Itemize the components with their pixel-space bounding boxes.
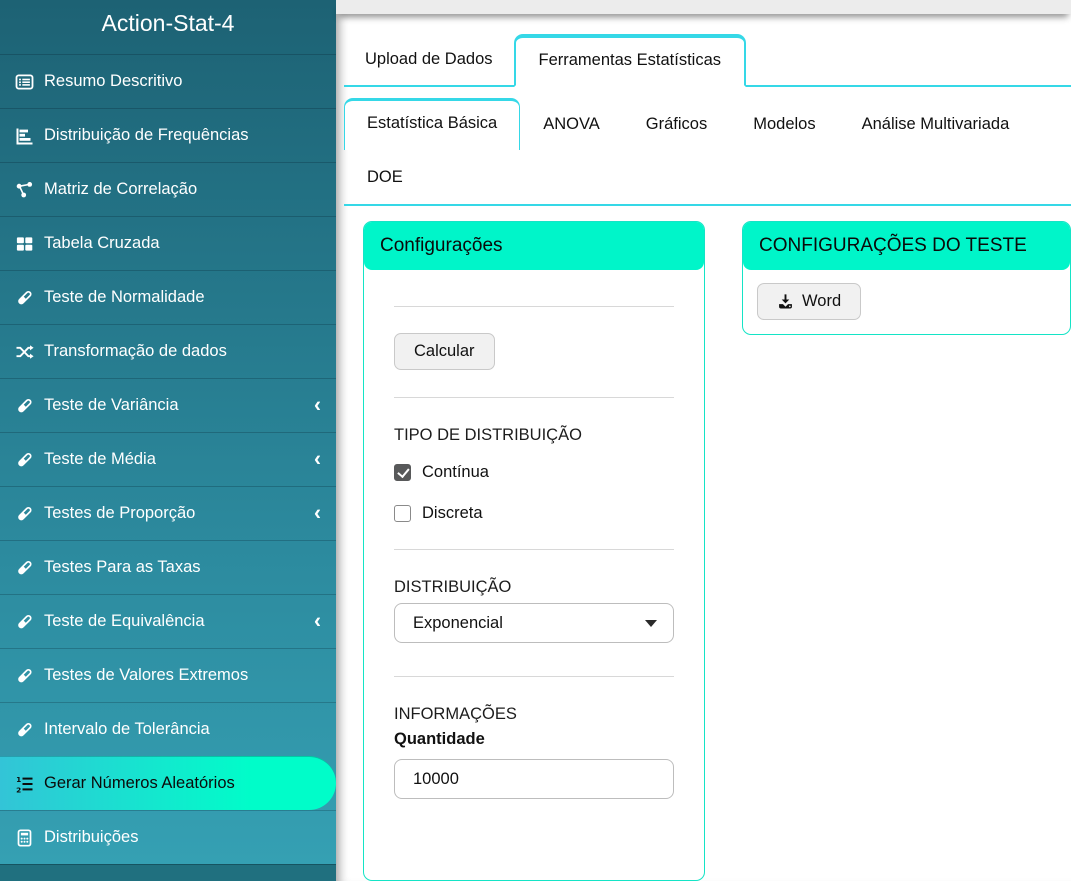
continua-checkbox-label: Contínua xyxy=(422,463,489,482)
sidebar-item-testes-de-valores-extremos[interactable]: Testes de Valores Extremos xyxy=(0,648,336,702)
sub-tab-bar: Estatística Básica ANOVA Gráficos Modelo… xyxy=(344,98,1071,206)
sidebar-item-label: Teste de Variância xyxy=(44,396,179,415)
sidebar: Action-Stat-4 Resumo Descritivo Distribu… xyxy=(0,0,336,881)
tab-anova[interactable]: ANOVA xyxy=(520,98,623,151)
configuracoes-do-teste-panel-header: CONFIGURAÇÕES DO TESTE xyxy=(743,222,1070,270)
quantidade-label: Quantidade xyxy=(394,730,674,749)
sidebar-item-resumo-descritivo[interactable]: Resumo Descritivo xyxy=(0,54,336,108)
discreta-checkbox-label: Discreta xyxy=(422,504,483,523)
sidebar-footer xyxy=(0,864,336,881)
chevron-left-icon[interactable]: ‹ xyxy=(314,448,321,469)
configuracoes-do-teste-panel-body: Word xyxy=(743,270,1070,334)
sidebar-item-label: Teste de Normalidade xyxy=(44,288,205,307)
sidebar-item-intervalo-de-tolerancia[interactable]: Intervalo de Tolerância xyxy=(0,702,336,756)
share-nodes-icon xyxy=(14,180,35,199)
divider xyxy=(394,397,674,398)
sidebar-item-label: Tabela Cruzada xyxy=(44,234,160,253)
app-window: Action-Stat-4 Resumo Descritivo Distribu… xyxy=(0,0,1071,881)
sidebar-item-transformacao-de-dados[interactable]: Transformação de dados xyxy=(0,324,336,378)
list-ol-icon: 12 xyxy=(14,774,35,793)
tab-upload-de-dados[interactable]: Upload de Dados xyxy=(344,34,514,85)
sidebar-item-teste-de-equivalencia[interactable]: Teste de Equivalência ‹ xyxy=(0,594,336,648)
configuracoes-panel: Configurações Calcular TIPO DE DISTRIBUI… xyxy=(363,221,705,881)
sidebar-item-label: Gerar Números Aleatórios xyxy=(44,774,235,793)
caret-down-icon xyxy=(645,620,657,627)
top-header-bar xyxy=(336,0,1071,14)
sidebar-item-label: Transformação de dados xyxy=(44,342,227,361)
vial-icon xyxy=(14,558,35,577)
download-icon xyxy=(777,293,794,310)
chevron-left-icon[interactable]: ‹ xyxy=(314,610,321,631)
sidebar-item-distribuicao-de-frequencias[interactable]: Distribuição de Frequências xyxy=(0,108,336,162)
configuracoes-panel-header: Configurações xyxy=(364,222,704,270)
app-title: Action-Stat-4 xyxy=(0,0,336,54)
distribuicao-selected-value: Exponencial xyxy=(413,614,503,633)
checkbox-row-discreta[interactable]: Discreta xyxy=(394,504,674,523)
sidebar-item-label: Teste de Média xyxy=(44,450,156,469)
configuracoes-panel-body: Calcular TIPO DE DISTRIBUIÇÃO Contínua D… xyxy=(364,306,704,839)
configuracoes-do-teste-panel: CONFIGURAÇÕES DO TESTE Word xyxy=(742,221,1071,335)
vial-icon xyxy=(14,612,35,631)
sidebar-item-tabela-cruzada[interactable]: Tabela Cruzada xyxy=(0,216,336,270)
word-download-button[interactable]: Word xyxy=(757,283,861,320)
vial-icon xyxy=(14,504,35,523)
shuffle-icon xyxy=(14,342,35,361)
distribuicao-select[interactable]: Exponencial xyxy=(394,603,674,643)
sidebar-item-label: Distribuições xyxy=(44,828,138,847)
vial-icon xyxy=(14,450,35,469)
sidebar-item-label: Matriz de Correlação xyxy=(44,180,197,199)
sidebar-item-distribuicoes[interactable]: Distribuições xyxy=(0,810,336,864)
tab-ferramentas-estatisticas[interactable]: Ferramentas Estatísticas xyxy=(514,34,746,87)
panels-row: Configurações Calcular TIPO DE DISTRIBUI… xyxy=(363,221,1071,881)
main-area: Upload de Dados Ferramentas Estatísticas… xyxy=(336,0,1071,881)
sidebar-item-teste-de-normalidade[interactable]: Teste de Normalidade xyxy=(0,270,336,324)
checkbox-row-continua[interactable]: Contínua xyxy=(394,463,674,482)
tab-graficos[interactable]: Gráficos xyxy=(623,98,730,151)
continua-checkbox[interactable] xyxy=(394,464,411,481)
sidebar-item-label: Testes de Valores Extremos xyxy=(44,666,248,685)
sidebar-item-label: Distribuição de Frequências xyxy=(44,126,249,145)
word-button-label: Word xyxy=(802,292,841,311)
sidebar-item-teste-de-media[interactable]: Teste de Média ‹ xyxy=(0,432,336,486)
tab-estatistica-basica[interactable]: Estatística Básica xyxy=(344,98,520,150)
discreta-checkbox[interactable] xyxy=(394,505,411,522)
sidebar-item-label: Teste de Equivalência xyxy=(44,612,205,631)
distribuicao-heading: DISTRIBUIÇÃO xyxy=(394,578,674,597)
svg-text:2: 2 xyxy=(16,785,21,793)
chevron-left-icon[interactable]: ‹ xyxy=(314,502,321,523)
vial-icon xyxy=(14,720,35,739)
bar-chart-horizontal-icon xyxy=(14,126,35,145)
tab-analise-multivariada[interactable]: Análise Multivariada xyxy=(839,98,1033,151)
sidebar-item-gerar-numeros-aleatorios[interactable]: 12 Gerar Números Aleatórios xyxy=(0,756,336,810)
divider xyxy=(394,676,674,677)
sidebar-item-testes-para-as-taxas[interactable]: Testes Para as Taxas xyxy=(0,540,336,594)
tab-modelos[interactable]: Modelos xyxy=(730,98,838,151)
main-tab-bar: Upload de Dados Ferramentas Estatísticas xyxy=(344,34,1071,87)
sidebar-item-label: Testes Para as Taxas xyxy=(44,558,201,577)
sidebar-item-label: Resumo Descritivo xyxy=(44,72,182,91)
sidebar-item-label: Intervalo de Tolerância xyxy=(44,720,210,739)
sidebar-item-label: Testes de Proporção xyxy=(44,504,195,523)
informacoes-heading: INFORMAÇÕES xyxy=(394,705,674,724)
vial-icon xyxy=(14,288,35,307)
tab-doe[interactable]: DOE xyxy=(344,151,426,204)
chevron-left-icon[interactable]: ‹ xyxy=(314,394,321,415)
divider xyxy=(394,306,674,307)
sidebar-item-testes-de-proporcao[interactable]: Testes de Proporção ‹ xyxy=(0,486,336,540)
calculator-icon xyxy=(14,828,35,847)
tipo-de-distribuicao-heading: TIPO DE DISTRIBUIÇÃO xyxy=(394,426,674,445)
content-area: Upload de Dados Ferramentas Estatísticas… xyxy=(336,14,1071,881)
sidebar-item-teste-de-variancia[interactable]: Teste de Variância ‹ xyxy=(0,378,336,432)
calcular-button[interactable]: Calcular xyxy=(394,333,495,370)
list-alt-icon xyxy=(14,72,35,91)
vial-icon xyxy=(14,666,35,685)
vial-icon xyxy=(14,396,35,415)
sidebar-item-matriz-de-correlacao[interactable]: Matriz de Correlação xyxy=(0,162,336,216)
quantidade-input[interactable] xyxy=(394,759,674,799)
table-cells-icon xyxy=(14,234,35,253)
divider xyxy=(394,549,674,550)
svg-text:1: 1 xyxy=(16,775,21,784)
